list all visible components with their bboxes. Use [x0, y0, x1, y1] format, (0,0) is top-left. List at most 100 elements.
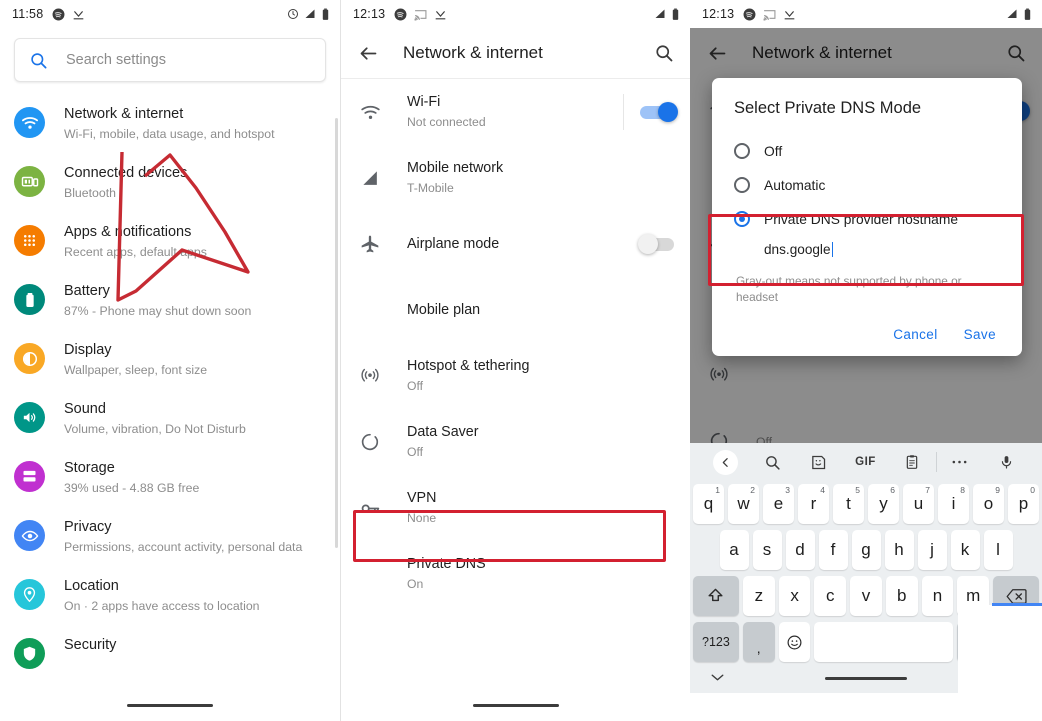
- item-title: Storage: [64, 460, 115, 476]
- cancel-button[interactable]: Cancel: [893, 327, 937, 342]
- sidebar-item-battery[interactable]: Battery 87% - Phone may shut down soon: [0, 273, 340, 332]
- item-subtitle: Recent apps, default apps: [64, 245, 207, 259]
- network-row-wifi[interactable]: Wi-Fi Not connected: [341, 79, 690, 145]
- radio-option-automatic[interactable]: Automatic: [712, 168, 1022, 202]
- network-rows-list: Wi-Fi Not connected Mobile network T-Mob…: [341, 79, 690, 607]
- key-c[interactable]: c: [814, 576, 847, 616]
- network-row-mobile-network[interactable]: Mobile network T-Mobile: [341, 145, 690, 211]
- emoji-key[interactable]: [778, 622, 811, 662]
- key-label: q: [703, 494, 714, 513]
- scrollbar-panel1[interactable]: [335, 118, 338, 548]
- key-x[interactable]: x: [778, 576, 811, 616]
- download-icon: [784, 10, 795, 19]
- network-row-vpn[interactable]: VPN None: [341, 475, 690, 541]
- sidebar-item-apps-notifications[interactable]: Apps & notifications Recent apps, defaul…: [0, 214, 340, 273]
- status-bar-panel2: 12:13: [341, 0, 690, 28]
- text-caret: [831, 242, 834, 257]
- volume-icon: [14, 402, 45, 433]
- key-z[interactable]: z: [742, 576, 775, 616]
- keyboard-more-button[interactable]: [937, 459, 984, 465]
- spotify-icon: [743, 8, 756, 20]
- item-title: Privacy: [64, 519, 112, 535]
- save-button[interactable]: Save: [964, 327, 996, 342]
- key-y[interactable]: 6y: [868, 484, 899, 524]
- sidebar-item-network-internet[interactable]: Network & internet Wi-Fi, mobile, data u…: [0, 96, 340, 155]
- sidebar-item-security[interactable]: Security: [0, 627, 340, 686]
- shift-key[interactable]: [693, 576, 739, 616]
- keyboard-back-chevron-button[interactable]: [702, 449, 749, 475]
- home-indicator-panel3: [825, 676, 907, 680]
- network-row-hotspot-tethering[interactable]: Hotspot & tethering Off: [341, 343, 690, 409]
- back-arrow-icon[interactable]: [355, 43, 381, 64]
- key-q[interactable]: 1q: [693, 484, 724, 524]
- wifi-icon: [14, 107, 45, 138]
- key-a[interactable]: a: [719, 530, 749, 570]
- cast-icon: [414, 9, 427, 20]
- key-h[interactable]: h: [884, 530, 914, 570]
- keyboard-sticker-button[interactable]: [795, 454, 842, 471]
- key-s[interactable]: s: [752, 530, 782, 570]
- key-k[interactable]: k: [950, 530, 980, 570]
- keyboard-row-1: 1q 2w 3e 4r 5t 6y 7u 8i 9o 0p: [690, 481, 1042, 527]
- sidebar-item-privacy[interactable]: Privacy Permissions, account activity, p…: [0, 509, 340, 568]
- item-subtitle: Wi-Fi, mobile, data usage, and hotspot: [64, 127, 275, 141]
- signal-icon: [655, 9, 665, 18]
- keyboard-gif-button[interactable]: GIF: [842, 456, 889, 468]
- key-o[interactable]: 9o: [973, 484, 1004, 524]
- sidebar-item-connected-devices[interactable]: Connected devices Bluetooth: [0, 155, 340, 214]
- wifi-toggle[interactable]: [640, 101, 678, 122]
- key-w[interactable]: 2w: [728, 484, 759, 524]
- chevron-down-icon[interactable]: [710, 669, 725, 687]
- option-label: Private DNS provider hostname: [764, 211, 959, 227]
- dialog-actions: Cancel Save: [712, 305, 1022, 348]
- key-b[interactable]: b: [885, 576, 918, 616]
- sidebar-item-display[interactable]: Display Wallpaper, sleep, font size: [0, 332, 340, 391]
- sidebar-item-sound[interactable]: Sound Volume, vibration, Do Not Disturb: [0, 391, 340, 450]
- item-subtitle: 39% used - 4.88 GB free: [64, 481, 200, 495]
- key-v[interactable]: v: [850, 576, 882, 616]
- key-d[interactable]: d: [785, 530, 815, 570]
- network-row-airplane-mode[interactable]: Airplane mode: [341, 211, 690, 277]
- sidebar-item-storage[interactable]: Storage 39% used - 4.88 GB free: [0, 450, 340, 509]
- keyboard-search-button[interactable]: [749, 454, 796, 471]
- dns-hostname-value: dns.google: [764, 242, 831, 257]
- radio-option-off[interactable]: Off: [712, 134, 1022, 168]
- key-f[interactable]: f: [818, 530, 848, 570]
- key-r[interactable]: 4r: [798, 484, 829, 524]
- download-icon: [73, 10, 84, 19]
- spotify-icon: [52, 8, 65, 20]
- search-settings-bar[interactable]: Search settings: [14, 38, 326, 82]
- key-e[interactable]: 3e: [763, 484, 794, 524]
- home-indicator-panel2: [472, 704, 559, 707]
- key-label: y: [879, 494, 888, 513]
- radio-option-private-dns-hostname[interactable]: Private DNS provider hostname: [712, 202, 1022, 236]
- key-p[interactable]: 0p: [1008, 484, 1039, 524]
- network-row-mobile-plan[interactable]: Mobile plan: [341, 277, 690, 343]
- key-j[interactable]: j: [917, 530, 947, 570]
- sidebar-item-location[interactable]: Location On · 2 apps have access to loca…: [0, 568, 340, 627]
- key-t[interactable]: 5t: [833, 484, 864, 524]
- search-icon[interactable]: [652, 43, 676, 63]
- download-icon: [435, 10, 446, 19]
- network-internet-panel: 12:13 Network & internet Wi-Fi Not conne…: [340, 0, 690, 721]
- key-i[interactable]: 8i: [938, 484, 969, 524]
- item-subtitle: Permissions, account activity, personal …: [64, 540, 303, 554]
- symbols-key[interactable]: ?123: [693, 622, 739, 662]
- cast-icon: [763, 9, 776, 20]
- key-u[interactable]: 7u: [903, 484, 934, 524]
- network-row-private-dns[interactable]: Private DNS On: [341, 541, 690, 607]
- space-key[interactable]: [814, 622, 954, 662]
- key-number: 8: [960, 485, 965, 495]
- comma-key[interactable]: ,: [742, 622, 775, 662]
- key-l[interactable]: l: [983, 530, 1013, 570]
- dns-hostname-input[interactable]: dns.google: [712, 236, 1022, 267]
- key-n[interactable]: n: [921, 576, 954, 616]
- spotify-icon: [394, 8, 407, 20]
- key-g[interactable]: g: [851, 530, 881, 570]
- airplane-mode-toggle[interactable]: [638, 233, 676, 254]
- keyboard-clipboard-button[interactable]: [889, 454, 936, 470]
- search-settings-placeholder: Search settings: [66, 52, 166, 68]
- keyboard-microphone-button[interactable]: [983, 454, 1030, 470]
- network-row-data-saver[interactable]: Data Saver Off: [341, 409, 690, 475]
- row-subtitle: Off: [407, 445, 424, 459]
